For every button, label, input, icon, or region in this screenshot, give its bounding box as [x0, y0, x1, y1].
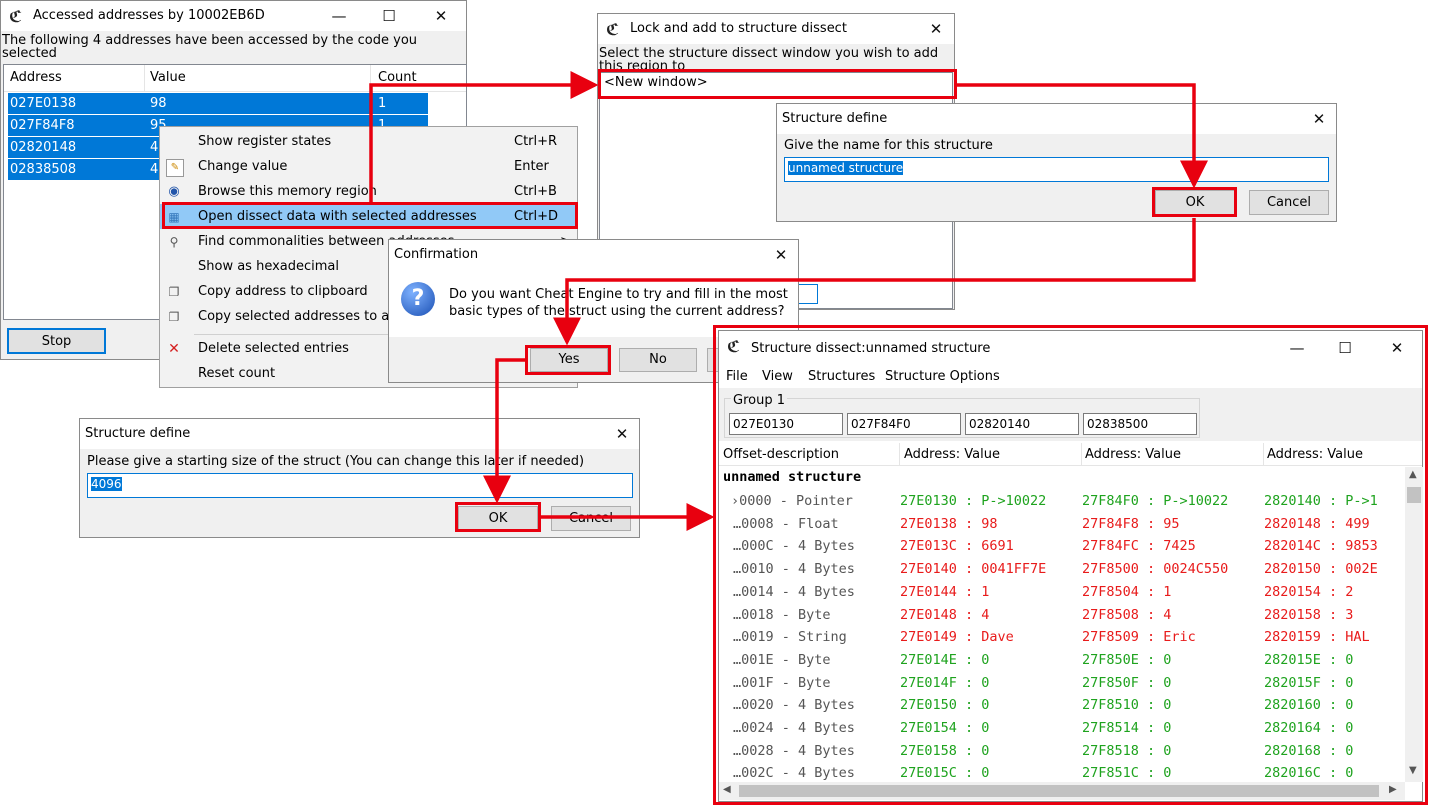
highlight-size-ok [455, 502, 541, 532]
menu-item-change-value[interactable]: ✎ Change value Enter [160, 154, 577, 179]
close-button[interactable]: ✕ [924, 18, 948, 40]
column-header[interactable]: Address [10, 70, 62, 85]
highlight-yes [525, 345, 611, 375]
no-button[interactable]: No [619, 348, 697, 372]
minimize-button[interactable]: — [327, 5, 351, 27]
binoculars-icon: ◉ [168, 184, 180, 199]
structure-define-size-dialog: Structure define ✕ Please give a startin… [79, 418, 640, 538]
close-button[interactable]: ✕ [610, 423, 634, 445]
copy-icon: ❐ [168, 310, 180, 324]
cancel-button[interactable]: Cancel [551, 506, 631, 531]
structure-define-titlebar: Structure define ✕ [777, 104, 1336, 134]
menu-item-browse-memory-region[interactable]: ◉ Browse this memory region Ctrl+B [160, 179, 577, 204]
dialog-title: Confirmation [394, 247, 479, 262]
dialog-title: Structure define [85, 426, 191, 441]
structure-size-field[interactable]: 4096 [87, 473, 633, 498]
structure-name-field[interactable]: unnamed structure [784, 157, 1329, 182]
highlight-name-ok [1152, 187, 1237, 217]
name-prompt: Give the name for this structure [784, 138, 993, 153]
cheat-engine-icon: ℭ [9, 7, 23, 26]
highlight-dissect-window [713, 325, 1428, 805]
close-button[interactable]: ✕ [429, 5, 453, 27]
highlight-open-dissect [162, 202, 578, 229]
maximize-button[interactable]: ☐ [377, 5, 401, 27]
magnifier-icon: ⚲ [169, 235, 179, 249]
structure-define-titlebar: Structure define ✕ [80, 419, 639, 449]
confirmation-titlebar: Confirmation ✕ [389, 240, 798, 270]
confirmation-message-line2: basic types of the struct using the curr… [449, 304, 785, 319]
lock-window-title: Lock and add to structure dissect [630, 21, 847, 36]
menu-item-show-register-states[interactable]: Show register states Ctrl+R [160, 129, 577, 154]
dialog-title: Structure define [782, 111, 888, 126]
copy-icon: ❐ [168, 285, 180, 299]
lock-titlebar: ℭ Lock and add to structure dissect ✕ [598, 14, 954, 44]
accessed-titlebar: ℭ Accessed addresses by 10002EB6D — ☐ ✕ [1, 1, 466, 31]
accessed-window-title: Accessed addresses by 10002EB6D [33, 8, 265, 23]
close-button[interactable]: ✕ [769, 244, 793, 266]
ok-button-partial[interactable] [798, 284, 818, 304]
question-icon: ? [401, 282, 435, 316]
list-header: Address Value Count [4, 65, 466, 92]
edit-icon: ✎ [166, 159, 184, 177]
highlight-new-window [598, 69, 957, 99]
structure-define-name-dialog: Structure define ✕ Give the name for thi… [776, 103, 1337, 222]
list-row[interactable]: 027E0138 98 1 [8, 93, 428, 114]
column-header[interactable]: Value [150, 70, 186, 85]
size-prompt: Please give a starting size of the struc… [87, 454, 585, 469]
delete-icon: ✕ [168, 341, 180, 357]
cheat-engine-icon: ℭ [606, 20, 620, 39]
confirmation-message-line1: Do you want Cheat Engine to try and fill… [449, 287, 788, 302]
stop-button[interactable]: Stop [7, 328, 106, 354]
accessed-message: The following 4 addresses have been acce… [2, 33, 418, 61]
column-header[interactable]: Count [378, 70, 417, 85]
close-button[interactable]: ✕ [1307, 108, 1331, 130]
cancel-button[interactable]: Cancel [1249, 190, 1329, 215]
